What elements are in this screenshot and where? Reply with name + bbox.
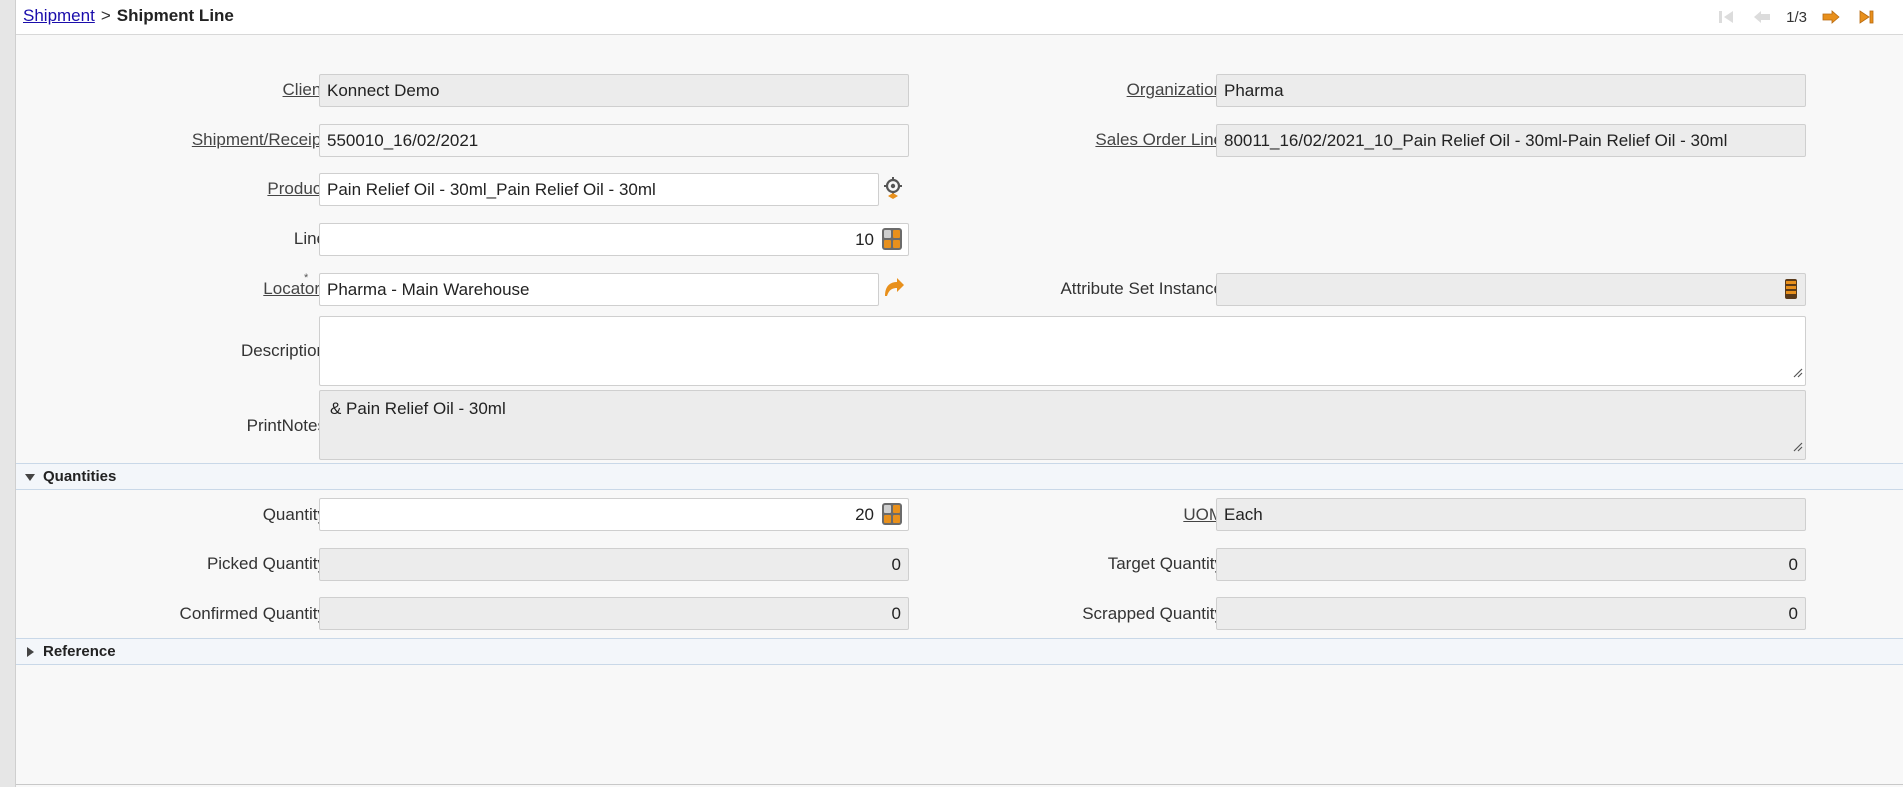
last-record-icon[interactable] (1855, 6, 1879, 28)
attribute-set-instance-icon[interactable] (1778, 276, 1804, 302)
locator-mandatory-mark: * (304, 272, 309, 284)
confirmed-quantity-value: 0 (891, 603, 901, 623)
attribute-set-instance-field (1216, 273, 1806, 306)
scrapped-quantity-value: 0 (1788, 603, 1798, 623)
locator-label[interactable]: Locator (263, 279, 320, 299)
locator-input[interactable]: Pharma - Main Warehouse (319, 273, 879, 306)
uom-field: Each (1216, 498, 1806, 531)
record-counter: 1/3 (1786, 8, 1807, 26)
client-value: Konnect Demo (327, 80, 440, 100)
quantity-input[interactable]: 20 (319, 498, 909, 531)
next-record-icon[interactable] (1819, 6, 1843, 28)
print-notes-value: & Pain Relief Oil - 30ml (330, 399, 506, 418)
line-calculator-icon[interactable] (879, 226, 905, 252)
breadcrumb: Shipment > Shipment Line (23, 6, 234, 26)
record-navigation: 1/3 (1702, 6, 1879, 28)
first-record-icon[interactable] (1714, 6, 1738, 28)
section-reference-title: Reference (43, 643, 116, 660)
scrapped-quantity-label: Scrapped Quantity (1082, 604, 1223, 623)
shipment-receipt-label[interactable]: Shipment/Receipt (192, 130, 326, 150)
quantity-value: 20 (855, 504, 874, 524)
left-gutter (0, 0, 16, 787)
product-input[interactable]: Pain Relief Oil - 30ml_Pain Relief Oil -… (319, 173, 879, 206)
bottom-divider (16, 784, 1903, 785)
section-quantities-title: Quantities (43, 468, 117, 485)
product-value: Pain Relief Oil - 30ml_Pain Relief Oil -… (327, 179, 656, 199)
picked-quantity-label: Picked Quantity (206, 554, 326, 573)
organization-value: Pharma (1224, 80, 1284, 100)
quantity-label: Quantity (262, 505, 326, 524)
sales-order-line-label[interactable]: Sales Order Line (1095, 130, 1223, 150)
description-label: Description (240, 341, 326, 360)
sales-order-line-field: 80011_16/02/2021_10_Pain Relief Oil - 30… (1216, 124, 1806, 157)
target-quantity-value: 0 (1788, 554, 1798, 574)
resize-handle-icon[interactable] (1793, 437, 1803, 457)
breadcrumb-current: Shipment Line (116, 6, 234, 25)
breadcrumb-separator: > (100, 6, 111, 25)
top-bar: Shipment > Shipment Line 1/3 (16, 0, 1903, 35)
client-field: Konnect Demo (319, 74, 909, 107)
picked-quantity-field: 0 (319, 548, 909, 581)
section-reference[interactable]: Reference (16, 638, 1903, 665)
shipment-receipt-field: 550010_16/02/2021 (319, 124, 909, 157)
quantity-calculator-icon[interactable] (879, 501, 905, 527)
expand-triangle-icon[interactable] (24, 646, 36, 658)
resize-handle-icon[interactable] (1793, 363, 1803, 383)
shipment-receipt-value: 550010_16/02/2021 (327, 130, 479, 150)
collapse-triangle-icon[interactable] (24, 471, 36, 483)
print-notes-label: PrintNotes (246, 416, 326, 435)
locator-arrow-icon[interactable] (880, 275, 906, 301)
print-notes-textarea[interactable]: & Pain Relief Oil - 30ml (319, 390, 1806, 460)
description-textarea[interactable] (319, 316, 1806, 386)
confirmed-quantity-field: 0 (319, 597, 909, 630)
previous-record-icon[interactable] (1750, 6, 1774, 28)
target-quantity-field: 0 (1216, 548, 1806, 581)
line-input[interactable]: 10 (319, 223, 909, 256)
picked-quantity-value: 0 (891, 554, 901, 574)
locator-value: Pharma - Main Warehouse (327, 279, 530, 299)
product-label[interactable]: Product (267, 179, 326, 199)
target-quantity-label: Target Quantity (1107, 554, 1223, 573)
breadcrumb-shipment-link[interactable]: Shipment (23, 6, 95, 25)
organization-label[interactable]: Organization (1127, 80, 1223, 100)
section-quantities[interactable]: Quantities (16, 463, 1903, 490)
confirmed-quantity-label: Confirmed Quantity (179, 604, 326, 623)
organization-field: Pharma (1216, 74, 1806, 107)
attribute-set-instance-label: Attribute Set Instance (1060, 279, 1223, 298)
scrapped-quantity-field: 0 (1216, 597, 1806, 630)
main-panel: Shipment > Shipment Line 1/3 Client Konnec… (16, 0, 1903, 787)
line-value: 10 (855, 229, 874, 249)
uom-value: Each (1224, 504, 1263, 524)
product-search-icon[interactable] (880, 175, 906, 201)
sales-order-line-value: 80011_16/02/2021_10_Pain Relief Oil - 30… (1224, 130, 1728, 150)
